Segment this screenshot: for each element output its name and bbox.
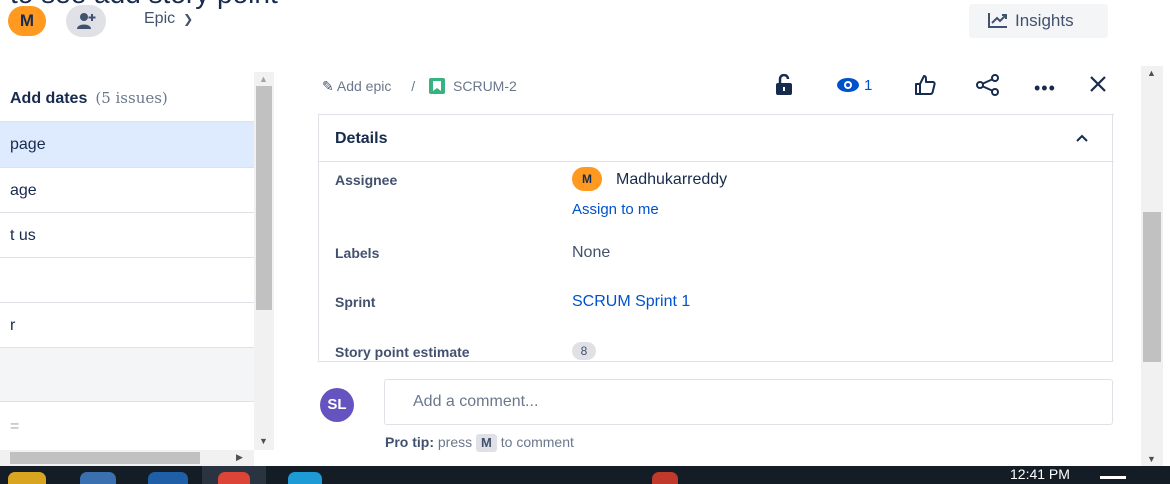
labels-value[interactable]: None bbox=[572, 244, 610, 262]
close-button[interactable] bbox=[1088, 74, 1108, 104]
pencil-icon: ✎ bbox=[322, 78, 334, 94]
details-header[interactable]: Details bbox=[319, 114, 1114, 162]
share-button[interactable] bbox=[976, 74, 1000, 104]
backlog-list: Add dates (5 issues) page age t us r = bbox=[0, 72, 254, 452]
pro-tip-key: M bbox=[476, 434, 497, 452]
notification-icon[interactable] bbox=[652, 472, 678, 484]
story-point-field[interactable]: 8 bbox=[572, 342, 596, 360]
assignee-field[interactable]: M Madhukarreddy bbox=[572, 167, 727, 191]
pro-tip-label: Pro tip: bbox=[385, 434, 434, 450]
story-point-badge: 8 bbox=[572, 342, 596, 360]
epic-filter-dropdown[interactable]: Epic ❯ bbox=[144, 10, 193, 28]
trend-chart-icon bbox=[988, 13, 1007, 28]
list-item-label: age bbox=[10, 182, 37, 199]
comment-input[interactable]: Add a comment... bbox=[384, 379, 1113, 425]
issue-count: (5 issues) bbox=[95, 89, 168, 107]
list-item-label: page bbox=[10, 136, 46, 153]
assign-to-me-link[interactable]: Assign to me bbox=[572, 201, 659, 218]
add-user-icon bbox=[77, 13, 96, 29]
chrome-icon[interactable] bbox=[218, 472, 250, 484]
detail-scrollbar[interactable]: ▲ ▼ bbox=[1141, 66, 1163, 466]
issue-detail-panel: ✎ Add epic / SCRUM-2 1 ••• Details Assig… bbox=[300, 66, 1140, 466]
scroll-down-icon[interactable]: ▼ bbox=[1147, 454, 1156, 464]
list-item-label: = bbox=[10, 418, 20, 435]
backlog-scrollbar[interactable]: ▲ ▼ bbox=[254, 72, 274, 450]
user-avatar[interactable]: M bbox=[8, 6, 46, 36]
watch-count: 1 bbox=[864, 77, 873, 94]
app-window: to see add story point M Epic❯ Insights … bbox=[0, 0, 1170, 484]
list-item[interactable] bbox=[0, 348, 254, 402]
assignee-name: Madhukarreddy bbox=[616, 171, 728, 188]
chevron-up-icon[interactable] bbox=[1076, 129, 1088, 145]
taskbar-active-slot[interactable] bbox=[202, 466, 266, 484]
scrollbar-thumb[interactable] bbox=[1143, 212, 1161, 362]
taskbar-app-icon[interactable] bbox=[288, 472, 322, 484]
list-item[interactable]: page bbox=[0, 122, 254, 168]
taskbar-clock[interactable]: 12:41 PM bbox=[1010, 466, 1070, 482]
watch-button[interactable]: 1 bbox=[836, 74, 872, 104]
scroll-right-icon[interactable]: ▶ bbox=[236, 452, 243, 463]
taskbar-app-icon[interactable] bbox=[148, 472, 188, 484]
taskbar-app-icon[interactable] bbox=[80, 472, 116, 484]
details-title: Details bbox=[335, 130, 388, 147]
backlog-group-header[interactable]: Add dates (5 issues) bbox=[0, 72, 254, 122]
breadcrumb-separator: / bbox=[411, 78, 416, 94]
sprint-link[interactable]: SCRUM Sprint 1 bbox=[572, 293, 690, 311]
list-item-label: t us bbox=[10, 227, 36, 244]
scrollbar-thumb[interactable] bbox=[10, 452, 200, 464]
more-icon: ••• bbox=[1034, 78, 1056, 98]
insights-button[interactable]: Insights bbox=[969, 4, 1108, 38]
like-button[interactable] bbox=[914, 74, 936, 104]
backlog-horizontal-scrollbar[interactable]: ▶ bbox=[0, 450, 254, 466]
unlock-icon bbox=[776, 73, 792, 95]
share-icon bbox=[976, 74, 999, 96]
details-section: Details Assignee M Madhukarreddy Assign t… bbox=[318, 114, 1114, 362]
pro-tip-press: press bbox=[437, 434, 473, 450]
os-taskbar: 12:41 PM bbox=[0, 466, 1170, 484]
scroll-up-icon[interactable]: ▲ bbox=[259, 74, 268, 84]
labels-label: Labels bbox=[335, 245, 380, 261]
add-epic-link[interactable]: Add epic bbox=[337, 78, 391, 94]
issue-key-link[interactable]: SCRUM-2 bbox=[453, 78, 517, 94]
sprint-label: Sprint bbox=[335, 294, 376, 310]
page-title-fragment: to see add story point bbox=[10, 0, 278, 10]
list-item[interactable]: age bbox=[0, 168, 254, 213]
breadcrumb: ✎ Add epic / SCRUM-2 bbox=[322, 78, 517, 95]
scroll-up-icon[interactable]: ▲ bbox=[1147, 68, 1156, 78]
epic-filter-label: Epic bbox=[144, 10, 176, 27]
pro-tip: Pro tip: press M to comment bbox=[385, 434, 574, 452]
commenter-avatar: SL bbox=[320, 388, 354, 422]
board-header: to see add story point M Epic ❯ Insights bbox=[0, 0, 1170, 62]
eye-icon bbox=[837, 78, 859, 92]
scroll-down-icon[interactable]: ▼ bbox=[259, 436, 268, 446]
story-icon bbox=[429, 78, 446, 94]
add-dates-link[interactable]: Add dates bbox=[10, 90, 87, 107]
assignee-label: Assignee bbox=[335, 172, 398, 188]
more-actions-button[interactable]: ••• bbox=[1034, 78, 1056, 108]
list-item[interactable]: t us bbox=[0, 213, 254, 258]
list-item[interactable] bbox=[0, 258, 254, 303]
action-center-icon[interactable] bbox=[1100, 476, 1126, 479]
list-item[interactable]: r bbox=[0, 303, 254, 348]
list-item-label: r bbox=[10, 317, 16, 334]
chevron-down-icon: ❯ bbox=[183, 12, 194, 26]
pro-tip-suffix: to comment bbox=[500, 434, 574, 450]
scrollbar-thumb[interactable] bbox=[256, 86, 272, 310]
insights-label: Insights bbox=[1015, 11, 1074, 30]
assignee-avatar: M bbox=[572, 167, 602, 191]
list-item[interactable]: = bbox=[0, 402, 254, 452]
lock-button[interactable] bbox=[774, 73, 794, 104]
close-icon bbox=[1090, 76, 1106, 92]
file-explorer-icon[interactable] bbox=[8, 472, 46, 484]
add-people-button[interactable] bbox=[66, 5, 106, 37]
story-point-label: Story point estimate bbox=[335, 344, 470, 360]
thumbs-up-icon bbox=[915, 75, 936, 95]
